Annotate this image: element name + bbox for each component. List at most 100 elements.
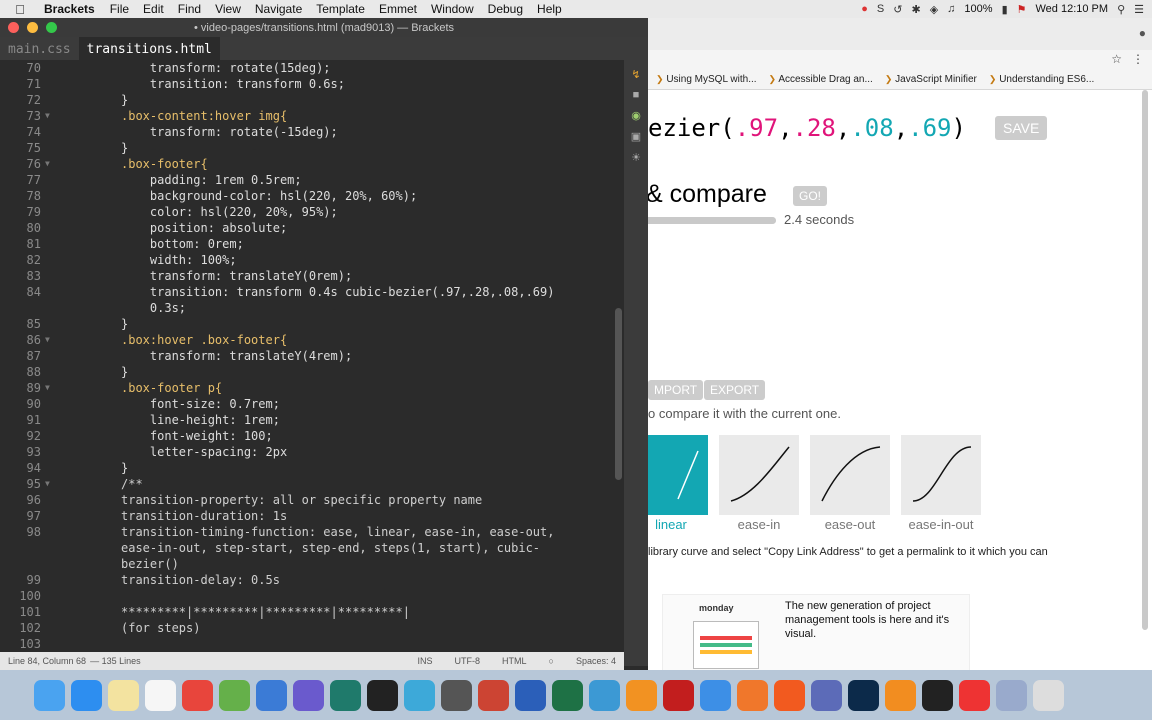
duration-value[interactable]: 2.4 seconds	[784, 212, 854, 227]
library-label-ease-in-out[interactable]: ease-in-out	[896, 517, 986, 532]
code-line[interactable]: 78 background-color: hsl(220, 20%, 60%);	[0, 188, 624, 204]
gitkraken-icon[interactable]	[330, 679, 361, 711]
code-line[interactable]: 92 font-weight: 100;	[0, 428, 624, 444]
code-line[interactable]: 82 width: 100%;	[0, 252, 624, 268]
fold-arrow-icon[interactable]: ▼	[45, 476, 50, 492]
menu-edit[interactable]: Edit	[136, 2, 171, 16]
bookmark-item[interactable]: ❯ Using MySQL with...	[656, 74, 757, 85]
code-line[interactable]: 102 (for steps)	[0, 620, 624, 636]
menu-emmet[interactable]: Emmet	[372, 2, 424, 16]
code-line[interactable]: 91 line-height: 1rem;	[0, 412, 624, 428]
code-line[interactable]: 79 color: hsl(220, 20%, 95%);	[0, 204, 624, 220]
git-icon[interactable]	[219, 679, 250, 711]
code-line[interactable]: 98 transition-timing-function: ease, line…	[0, 524, 624, 540]
linter-icon[interactable]: ○	[549, 656, 554, 666]
menu-find[interactable]: Find	[171, 2, 208, 16]
code-line[interactable]: 74 transform: rotate(-15deg);	[0, 124, 624, 140]
finder-icon[interactable]	[34, 679, 65, 711]
github-icon[interactable]	[293, 679, 324, 711]
terminal-icon[interactable]	[367, 679, 398, 711]
code-line[interactable]: 88}	[0, 364, 624, 380]
menu-window[interactable]: Window	[424, 2, 481, 16]
library-label-linear[interactable]: linear	[648, 517, 716, 532]
code-line[interactable]: 80 position: absolute;	[0, 220, 624, 236]
safari-icon[interactable]	[700, 679, 731, 711]
library-label-ease-out[interactable]: ease-out	[805, 517, 895, 532]
cinema-icon[interactable]	[922, 679, 953, 711]
code-line[interactable]: 83 transform: translateY(0rem);	[0, 268, 624, 284]
code-line[interactable]: 84 transition: transform 0.4s cubic-bezi…	[0, 284, 624, 300]
import-button[interactable]: MPORT	[648, 380, 704, 400]
code-line[interactable]: 81 bottom: 0rem;	[0, 236, 624, 252]
menu-app-name[interactable]: Brackets	[40, 2, 103, 16]
calendar-icon[interactable]	[145, 679, 176, 711]
code-line[interactable]: 73 ▼ .box-content:hover img{	[0, 108, 624, 124]
language-select[interactable]: HTML	[502, 656, 527, 666]
code-line[interactable]: 90 font-size: 0.7rem;	[0, 396, 624, 412]
chrome-status-icon[interactable]: ●	[861, 3, 868, 15]
code-line[interactable]: 99 transition-delay: 0.5s	[0, 572, 624, 588]
lightbulb-icon[interactable]: ☀	[624, 151, 648, 164]
wifi-icon[interactable]: ◈	[930, 3, 938, 16]
skype-icon[interactable]: S	[877, 3, 884, 15]
menu-help[interactable]: Help	[530, 2, 569, 16]
firefox-icon[interactable]	[737, 679, 768, 711]
chrome2-icon[interactable]	[959, 679, 990, 711]
menu-template[interactable]: Template	[309, 2, 372, 16]
trash-icon[interactable]	[1033, 679, 1064, 711]
code-line[interactable]: 89 ▼ .box-footer p{	[0, 380, 624, 396]
chrome-icon[interactable]	[182, 679, 213, 711]
code-line[interactable]: 77 padding: 1rem 0.5rem;	[0, 172, 624, 188]
bluetooth-icon[interactable]: ✱	[911, 3, 920, 16]
illustrator-icon[interactable]	[885, 679, 916, 711]
bookmark-star-icon[interactable]: ☆	[1111, 52, 1122, 66]
battery-percent[interactable]: 100%	[964, 3, 992, 15]
code-line[interactable]: 71 transition: transform 0.6s;	[0, 76, 624, 92]
code-line[interactable]: 103	[0, 636, 624, 652]
code-line[interactable]: 72}	[0, 92, 624, 108]
appstore-icon[interactable]	[71, 679, 102, 711]
time-machine-icon[interactable]: ↺	[893, 3, 902, 16]
excel-icon[interactable]	[552, 679, 583, 711]
finder2-icon[interactable]	[811, 679, 842, 711]
code-line[interactable]: 76 ▼ .box-footer{	[0, 156, 624, 172]
code-line[interactable]: 95 ▼ /**	[0, 476, 624, 492]
code-line[interactable]: 0.3s;	[0, 300, 624, 316]
menu-navigate[interactable]: Navigate	[248, 2, 309, 16]
code-line[interactable]: 85}	[0, 316, 624, 332]
profile-icon[interactable]: ●	[1139, 26, 1146, 40]
volume-icon[interactable]: ♫	[947, 3, 955, 15]
code-line[interactable]: 100	[0, 588, 624, 604]
code-line[interactable]: 94}	[0, 460, 624, 476]
notes-icon[interactable]	[108, 679, 139, 711]
vscode-icon[interactable]	[589, 679, 620, 711]
git-icon[interactable]: ◉	[624, 109, 648, 122]
encoding-select[interactable]: UTF-8	[455, 656, 481, 666]
code-line[interactable]: bezier()	[0, 556, 624, 572]
live-preview-icon[interactable]: ↯	[624, 68, 648, 81]
fold-arrow-icon[interactable]: ▼	[45, 156, 50, 172]
export-button[interactable]: EXPORT	[704, 380, 766, 400]
code-area[interactable]: 70 transform: rotate(15deg); 71 transitio…	[0, 60, 624, 666]
fold-arrow-icon[interactable]: ▼	[45, 380, 50, 396]
sequel-icon[interactable]	[478, 679, 509, 711]
library-curve-ease-in-out[interactable]	[901, 435, 981, 515]
ins-mode[interactable]: INS	[418, 656, 433, 666]
code-line[interactable]: 96 transition-property: all or specific p…	[0, 492, 624, 508]
library-label-ease-in[interactable]: ease-in	[714, 517, 804, 532]
spotlight-icon[interactable]: ⚲	[1117, 3, 1125, 16]
bookmark-item[interactable]: ❯ Understanding ES6...	[989, 74, 1094, 85]
fold-arrow-icon[interactable]: ▼	[45, 332, 50, 348]
flag-icon[interactable]: ⚑	[1017, 3, 1027, 16]
code-line[interactable]: 87 transform: translateY(4rem);	[0, 348, 624, 364]
browser-menu-icon[interactable]: ⋮	[1132, 52, 1144, 66]
code-line[interactable]: 86 ▼ .box:hover .box-footer{	[0, 332, 624, 348]
sublime-icon[interactable]	[626, 679, 657, 711]
indent-setting[interactable]: Spaces: 4	[576, 656, 616, 666]
go-button[interactable]: GO!	[793, 186, 828, 206]
image-icon[interactable]: ▣	[624, 130, 648, 143]
filezilla-icon[interactable]	[663, 679, 694, 711]
library-curve-ease-out[interactable]	[810, 435, 890, 515]
tab-main-css[interactable]: main.css	[0, 37, 79, 60]
extension-manager-icon[interactable]: ■	[624, 89, 648, 101]
